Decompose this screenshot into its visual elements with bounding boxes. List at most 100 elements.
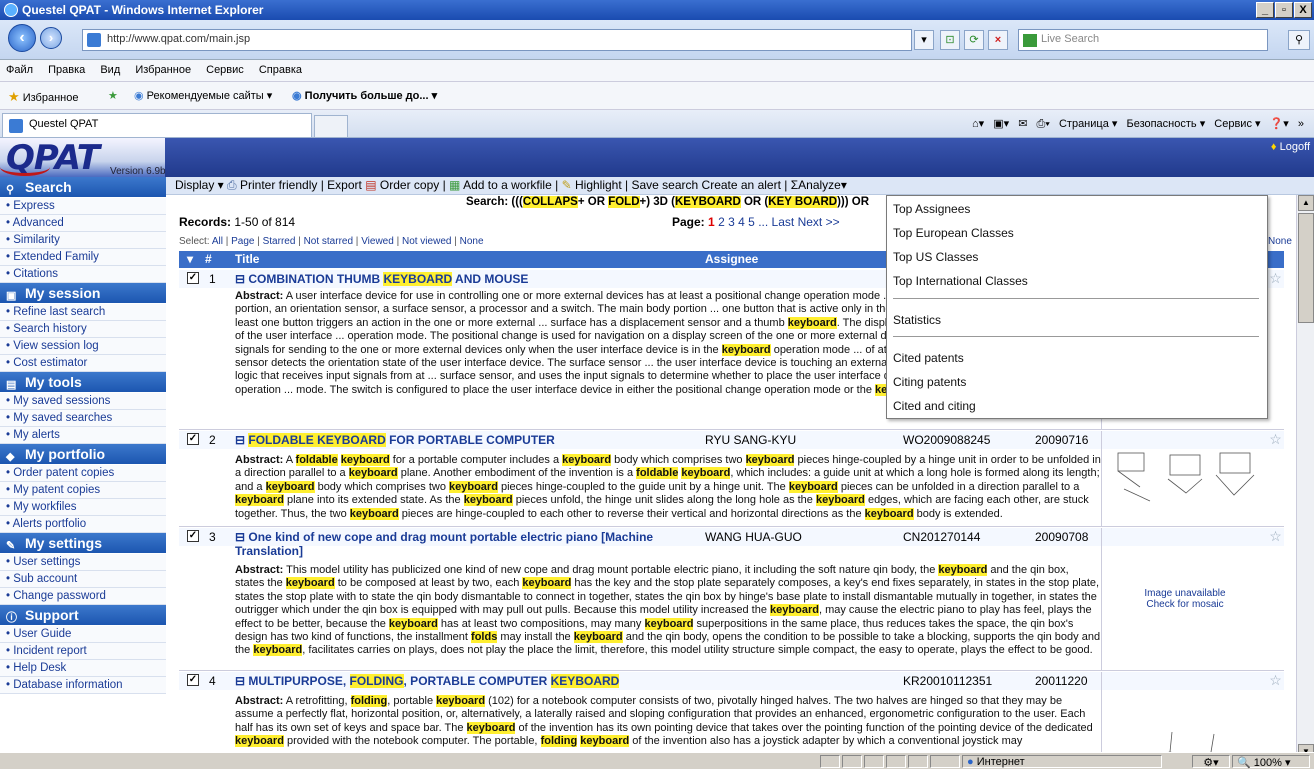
search-input[interactable]: Live Search: [1018, 29, 1268, 51]
patent-drawing-thumbnail[interactable]: [1110, 445, 1260, 505]
sidebar-item-user-settings[interactable]: User settings: [0, 554, 166, 571]
logoff-link[interactable]: ♦ Logoff: [1271, 141, 1310, 153]
security-menu[interactable]: Безопасность ▾: [1126, 118, 1205, 130]
order-copy-button[interactable]: Order copy: [380, 178, 439, 192]
sidebar-item-change-password[interactable]: Change password: [0, 588, 166, 605]
tab-questel-qpat[interactable]: Questel QPAT: [2, 113, 312, 137]
sidebar-item-express[interactable]: Express: [0, 198, 166, 215]
page-link[interactable]: >>: [826, 215, 840, 229]
page-link[interactable]: ... Last: [758, 215, 794, 229]
sidebar-item-my-alerts[interactable]: My alerts: [0, 427, 166, 444]
highlight-button[interactable]: Highlight: [575, 178, 622, 192]
expand-icon[interactable]: ⊟: [235, 674, 248, 688]
sidebar-item-similarity[interactable]: Similarity: [0, 232, 166, 249]
analyze-item-cited-and-citing[interactable]: Cited and citing: [893, 399, 976, 413]
protected-mode-icon[interactable]: ⚙▾: [1192, 755, 1230, 769]
add-to-workfile-button[interactable]: Add to a workfile: [463, 178, 552, 192]
select-all[interactable]: All: [212, 236, 223, 247]
url-dropdown-button[interactable]: ▾: [914, 30, 934, 50]
menu-help[interactable]: Справка: [253, 60, 308, 76]
row-title-link[interactable]: ⊟ FOLDABLE KEYBOARD FOR PORTABLE COMPUTE…: [235, 433, 675, 447]
sidebar-item-advanced[interactable]: Advanced: [0, 215, 166, 232]
save-search-button[interactable]: Save search: [631, 178, 698, 192]
sidebar-item-my-saved-sessions[interactable]: My saved sessions: [0, 393, 166, 410]
sidebar-item-help-desk[interactable]: Help Desk: [0, 660, 166, 677]
select-not-viewed[interactable]: Not viewed: [402, 236, 451, 247]
favorites-button[interactable]: ★ Избранное: [8, 89, 78, 105]
mail-icon[interactable]: ✉: [1018, 118, 1027, 130]
sidebar-item-cost-estimator[interactable]: Cost estimator: [0, 355, 166, 372]
forward-button[interactable]: ›: [40, 27, 62, 49]
row-checkbox[interactable]: ✓: [187, 433, 199, 445]
expand-icon[interactable]: ⊟: [235, 433, 248, 447]
export-button[interactable]: Export: [327, 178, 362, 192]
row-patent-number[interactable]: CN201270144: [903, 530, 980, 544]
select-none[interactable]: None: [460, 236, 484, 247]
home-icon[interactable]: ⌂▾: [972, 118, 984, 130]
stop-icon[interactable]: ×: [988, 30, 1008, 50]
page-scrollbar[interactable]: ▲ ▼: [1296, 195, 1314, 760]
compatibility-icon[interactable]: ⊡: [940, 30, 960, 50]
analyze-menu[interactable]: Analyze▾: [798, 178, 847, 192]
refresh-icon[interactable]: ⟳: [964, 30, 984, 50]
row-checkbox[interactable]: ✓: [187, 530, 199, 542]
row-title-link[interactable]: ⊟ One kind of new cope and drag mount po…: [235, 530, 675, 558]
analyze-item-top-european-classes[interactable]: Top European Classes: [893, 226, 1014, 240]
row-checkbox[interactable]: ✓: [187, 674, 199, 686]
display-menu[interactable]: Display ▾: [175, 178, 224, 192]
analyze-item-top-international-classes[interactable]: Top International Classes: [893, 274, 1028, 288]
back-button[interactable]: ‹: [8, 24, 36, 52]
close-button[interactable]: X: [1294, 2, 1312, 18]
row-patent-number[interactable]: KR20010112351: [903, 674, 992, 688]
service-menu[interactable]: Сервис ▾: [1214, 118, 1260, 130]
star-icon[interactable]: ☆: [1267, 431, 1284, 448]
header-assignee[interactable]: Assignee: [705, 252, 758, 266]
sidebar-item-my-saved-searches[interactable]: My saved searches: [0, 410, 166, 427]
row-title-link[interactable]: ⊟ MULTIPURPOSE, FOLDING, PORTABLE COMPUT…: [235, 674, 675, 688]
row-checkbox[interactable]: ✓: [187, 272, 199, 284]
sidebar-item-order-patent-copies[interactable]: Order patent copies: [0, 465, 166, 482]
select-page[interactable]: Page: [231, 236, 254, 247]
page-menu[interactable]: Страница ▾: [1059, 118, 1117, 130]
select-starred[interactable]: Starred: [263, 236, 296, 247]
sidebar-item-incident-report[interactable]: Incident report: [0, 643, 166, 660]
sidebar-item-user-guide[interactable]: User Guide: [0, 626, 166, 643]
page-link[interactable]: Next: [798, 215, 823, 229]
menu-tools[interactable]: Сервис: [200, 60, 250, 76]
menu-file[interactable]: Файл: [0, 60, 39, 76]
url-field[interactable]: http://www.qpat.com/main.jsp: [82, 29, 912, 51]
expand-icon[interactable]: ⊟: [235, 530, 248, 544]
star-icon[interactable]: ☆: [1267, 270, 1284, 287]
scroll-thumb[interactable]: [1298, 213, 1314, 323]
zoom-control[interactable]: 🔍 100% ▾: [1232, 755, 1310, 769]
sidebar-item-alerts-portfolio[interactable]: Alerts portfolio: [0, 516, 166, 533]
sidebar-item-citations[interactable]: Citations: [0, 266, 166, 283]
check-mosaic-link[interactable]: Check for mosaic: [1102, 599, 1268, 610]
select-viewed[interactable]: Viewed: [361, 236, 394, 247]
analyze-item-cited-patents[interactable]: Cited patents: [893, 351, 964, 365]
page-link[interactable]: 3: [728, 215, 735, 229]
minimize-button[interactable]: _: [1256, 2, 1274, 18]
more-commands-chevron[interactable]: »: [1298, 118, 1304, 130]
sidebar-item-database-information[interactable]: Database information: [0, 677, 166, 694]
recommended-sites-link[interactable]: ◉ Рекомендуемые сайты ▾: [134, 89, 272, 102]
analyze-item-citing-patents[interactable]: Citing patents: [893, 375, 966, 389]
sidebar-item-extended-family[interactable]: Extended Family: [0, 249, 166, 266]
search-button[interactable]: ⚲: [1288, 30, 1310, 50]
analyze-item-top-assignees[interactable]: Top Assignees: [893, 202, 970, 216]
select-not-starred[interactable]: Not starred: [304, 236, 353, 247]
feeds-icon[interactable]: ▣▾: [993, 118, 1009, 130]
add-favorite-icon[interactable]: ★: [108, 89, 118, 102]
get-more-addons-link[interactable]: ◉ Получить больше до... ▾: [292, 89, 437, 102]
printer-friendly-button[interactable]: Printer friendly: [240, 178, 317, 192]
expand-icon[interactable]: ⊟: [235, 272, 248, 286]
page-link[interactable]: 2: [718, 215, 725, 229]
menu-edit[interactable]: Правка: [42, 60, 91, 76]
menu-view[interactable]: Вид: [94, 60, 126, 76]
analyze-item-top-us-classes[interactable]: Top US Classes: [893, 250, 978, 264]
sidebar-item-search-history[interactable]: Search history: [0, 321, 166, 338]
print-icon[interactable]: ⎙▾: [1036, 118, 1049, 130]
page-link[interactable]: 1: [708, 215, 715, 229]
row-title-link[interactable]: ⊟ COMBINATION THUMB KEYBOARD AND MOUSE: [235, 272, 675, 286]
sidebar-item-sub-account[interactable]: Sub account: [0, 571, 166, 588]
